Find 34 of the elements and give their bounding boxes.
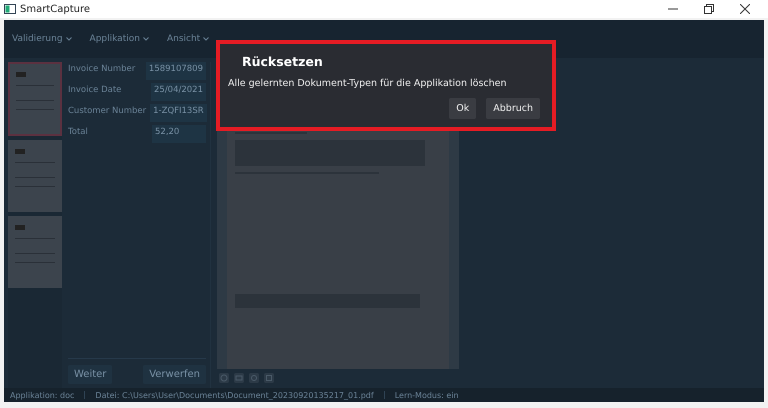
app-icon	[4, 4, 16, 14]
field-label: Total	[68, 126, 89, 139]
action-button[interactable]: Verwerfen	[143, 365, 206, 384]
field-label: Invoice Number	[68, 63, 136, 76]
dialog-title: Rücksetzen	[242, 54, 324, 69]
input-field[interactable]: 52,20	[152, 125, 206, 143]
square-icon[interactable]	[264, 373, 274, 383]
input-field[interactable]: 1-ZQFI13SR	[150, 104, 207, 122]
field-label: Customer Number	[68, 105, 146, 118]
page-thumbnail[interactable]	[8, 216, 62, 288]
square-icon[interactable]	[234, 373, 244, 383]
input-field[interactable]: 1589107809	[146, 62, 206, 80]
menu-item[interactable]: Ansicht	[166, 34, 210, 44]
close-icon[interactable]	[740, 4, 750, 14]
input-field[interactable]: 25/04/2021	[151, 83, 206, 101]
field-label: Invoice Date	[68, 84, 122, 97]
status-text: Datei: C:\Users\User\Documents\Document_20230920135217_01.pdf	[95, 390, 374, 400]
dialog-button[interactable]: Ok	[449, 98, 476, 119]
circle-icon[interactable]	[249, 373, 259, 383]
dialog-button[interactable]: Abbruch	[486, 98, 540, 119]
menu-item[interactable]: Applikation	[90, 34, 149, 44]
caret-icon	[66, 37, 72, 41]
page-thumbnail[interactable]	[8, 62, 62, 136]
window-title: SmartCapture	[20, 4, 90, 14]
circle-icon[interactable]	[219, 373, 229, 383]
dialog-message: Alle gelernten Dokument-Typen für die Applikation löschen	[228, 78, 508, 89]
page-thumbnail[interactable]	[8, 140, 62, 212]
action-button[interactable]: Weiter	[68, 365, 112, 384]
status-text: Applikation: doc	[10, 390, 74, 400]
status-text: Lern-Modus: ein	[394, 390, 459, 400]
restore-icon[interactable]	[704, 4, 714, 14]
caret-icon	[142, 37, 149, 41]
caret-icon	[203, 37, 210, 41]
menu-item[interactable]: Validierung	[12, 34, 72, 44]
